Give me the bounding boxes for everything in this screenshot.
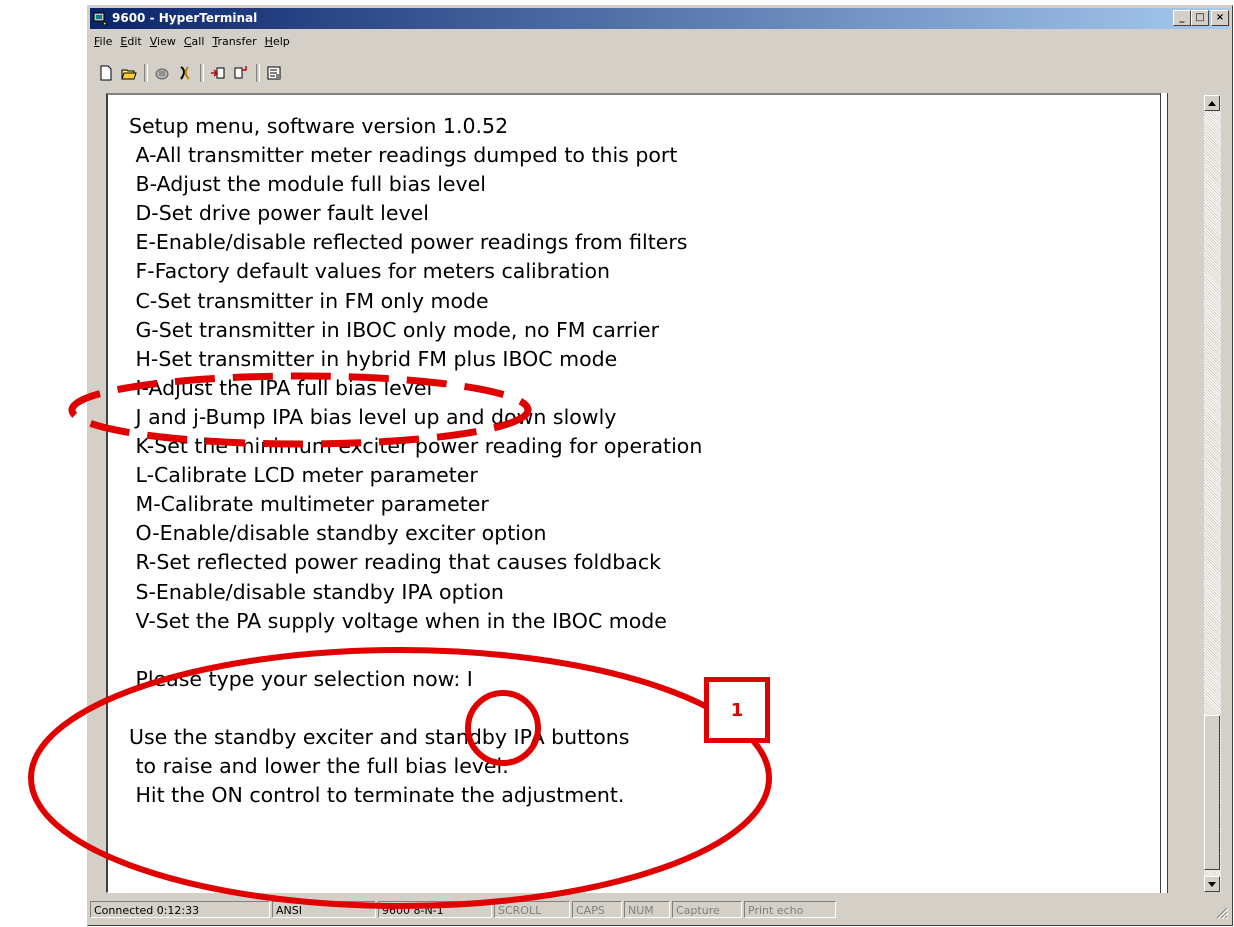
toolbar-separator bbox=[200, 64, 204, 82]
status-print-echo: Print echo bbox=[744, 901, 836, 918]
receive-icon[interactable] bbox=[231, 63, 251, 83]
caption-buttons: _ □ × bbox=[1173, 10, 1229, 26]
hyperterminal-window: 9600 - HyperTerminal _ □ × File Edit Vie… bbox=[87, 5, 1233, 926]
menu-transfer[interactable]: Transfer bbox=[208, 33, 260, 51]
terminal-line: F-Factory default values for meters cali… bbox=[129, 259, 610, 284]
phone-icon[interactable] bbox=[152, 63, 172, 83]
menu-help[interactable]: Help bbox=[261, 33, 294, 51]
status-settings: 9600 8-N-1 bbox=[378, 901, 492, 918]
terminal-line: I-Adjust the IPA full bias level bbox=[129, 375, 433, 400]
menu-view[interactable]: View bbox=[146, 33, 180, 51]
scroll-thumb[interactable] bbox=[1204, 715, 1220, 870]
terminal-right-border bbox=[1160, 93, 1168, 893]
status-capture: Capture bbox=[672, 901, 742, 918]
send-icon[interactable] bbox=[208, 63, 228, 83]
close-button[interactable]: × bbox=[1211, 10, 1229, 26]
terminal-line: S-Enable/disable standby IPA option bbox=[129, 579, 504, 604]
minimize-button[interactable]: _ bbox=[1173, 10, 1191, 26]
terminal-line: L-Calibrate LCD meter parameter bbox=[129, 463, 478, 488]
status-emulation: ANSI bbox=[272, 901, 376, 918]
title-bar[interactable]: 9600 - HyperTerminal _ □ × bbox=[90, 8, 1230, 29]
status-caps: CAPS bbox=[572, 901, 622, 918]
status-connected: Connected 0:12:33 bbox=[90, 901, 270, 918]
step-number-badge: 1 bbox=[704, 677, 770, 743]
terminal-line: B-Adjust the module full bias level bbox=[129, 172, 486, 197]
terminal-line: Please type your selection now: I bbox=[129, 666, 473, 691]
toolbar-separator bbox=[144, 64, 148, 82]
disconnect-icon[interactable] bbox=[175, 63, 195, 83]
terminal-output: Setup menu, software version 1.0.52 A-Al… bbox=[129, 112, 702, 810]
status-num: NUM bbox=[624, 901, 670, 918]
menu-edit[interactable]: Edit bbox=[116, 33, 145, 51]
terminal-line: R-Set reflected power reading that cause… bbox=[129, 550, 661, 575]
window-title: 9600 - HyperTerminal bbox=[112, 11, 258, 25]
terminal-line: Setup menu, software version 1.0.52 bbox=[129, 114, 509, 138]
toolbar-separator bbox=[256, 64, 260, 82]
terminal-line: to raise and lower the full bias level. bbox=[129, 754, 509, 779]
terminal-line: E-Enable/disable reflected power reading… bbox=[129, 230, 688, 255]
scroll-down-button[interactable] bbox=[1204, 876, 1220, 892]
scroll-down-arrow-icon bbox=[1208, 881, 1216, 887]
terminal-line: D-Set drive power fault level bbox=[129, 201, 429, 226]
status-scroll: SCROLL bbox=[494, 901, 570, 918]
resize-grip-icon[interactable] bbox=[1216, 907, 1228, 919]
terminal-line: O-Enable/disable standby exciter option bbox=[129, 521, 547, 546]
scroll-up-arrow-icon bbox=[1208, 100, 1216, 106]
terminal-line: G-Set transmitter in IBOC only mode, no … bbox=[129, 317, 660, 342]
terminal-line: C-Set transmitter in FM only mode bbox=[129, 288, 489, 313]
terminal-line: H-Set transmitter in hybrid FM plus IBOC… bbox=[129, 346, 618, 371]
maximize-button[interactable]: □ bbox=[1191, 10, 1209, 26]
menu-call[interactable]: Call bbox=[180, 33, 209, 51]
terminal-line: Use the standby exciter and standby IPA … bbox=[129, 724, 630, 749]
app-icon bbox=[93, 12, 108, 26]
vertical-scrollbar[interactable] bbox=[1204, 95, 1221, 892]
terminal-line: Hit the ON control to terminate the adju… bbox=[129, 783, 625, 808]
scroll-up-button[interactable] bbox=[1204, 95, 1220, 111]
terminal-line: A-All transmitter meter readings dumped … bbox=[129, 143, 678, 168]
status-bar: Connected 0:12:33 ANSI 9600 8-N-1 SCROLL… bbox=[90, 901, 1230, 921]
menu-bar: File Edit View Call Transfer Help bbox=[90, 33, 1230, 51]
new-icon[interactable] bbox=[96, 63, 116, 83]
terminal-line: J and j-Bump IPA bias level up and down … bbox=[129, 404, 617, 429]
terminal-line: M-Calibrate multimeter parameter bbox=[129, 492, 489, 517]
menu-file[interactable]: File bbox=[90, 33, 116, 51]
terminal-line: V-Set the PA supply voltage when in the … bbox=[129, 608, 667, 633]
properties-icon[interactable] bbox=[264, 63, 284, 83]
toolbar bbox=[90, 61, 1230, 85]
open-icon[interactable] bbox=[119, 63, 139, 83]
terminal-screen[interactable]: Setup menu, software version 1.0.52 A-Al… bbox=[106, 93, 1161, 893]
terminal-line: K-Set the minimum exciter power reading … bbox=[129, 434, 703, 459]
